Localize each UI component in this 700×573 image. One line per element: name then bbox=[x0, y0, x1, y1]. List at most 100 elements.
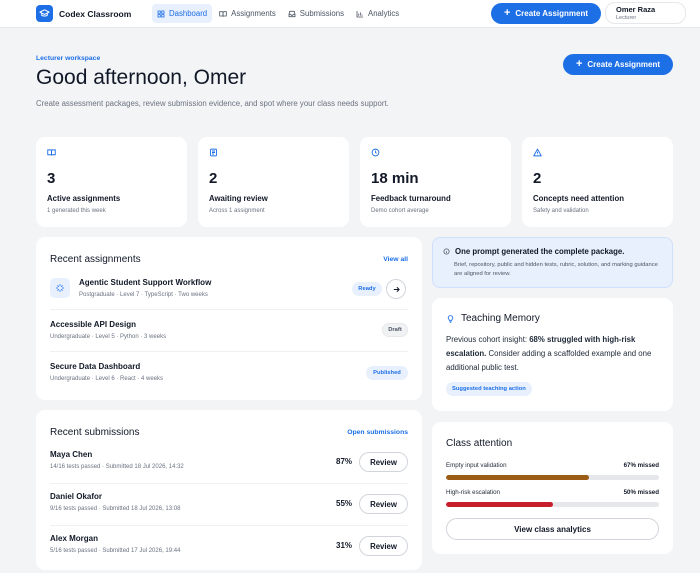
row-divider bbox=[50, 525, 408, 526]
assignment-meta: Undergraduate · Level 5 · Python · 3 wee… bbox=[50, 334, 167, 340]
create-assignment-button[interactable]: + Create Assignment bbox=[563, 54, 673, 75]
concept-progress-track bbox=[446, 475, 659, 480]
stat-sub: Across 1 assignment bbox=[209, 208, 265, 214]
top-create-assignment-label: Create Assignment bbox=[515, 9, 589, 18]
user-role: Lecturer bbox=[616, 15, 637, 21]
status-badge: Draft bbox=[382, 323, 408, 337]
document-icon bbox=[210, 148, 217, 157]
book-icon bbox=[219, 10, 227, 17]
assignment-title: Accessible API Design bbox=[50, 320, 136, 329]
teaching-memory-text: Previous cohort insight: 68% struggled w… bbox=[446, 333, 661, 375]
submission-row[interactable]: Daniel Okafor 9/16 tests passed · Submit… bbox=[36, 492, 422, 522]
user-name: Omer Raza bbox=[616, 5, 656, 14]
user-menu[interactable]: Omer Raza Lecturer bbox=[605, 2, 686, 24]
review-button[interactable]: Review bbox=[359, 536, 408, 556]
nav-submissions-label: Submissions bbox=[299, 9, 344, 18]
assignment-row[interactable]: Agentic Student Support Workflow Postgra… bbox=[36, 278, 422, 306]
stat-label: Feedback turnaround bbox=[371, 194, 451, 203]
class-attention-title: Class attention bbox=[446, 438, 513, 449]
create-assignment-label: Create Assignment bbox=[587, 60, 661, 69]
concept-missed-value: 67% missed bbox=[623, 462, 659, 469]
status-badge: Ready bbox=[352, 282, 382, 296]
page-title: Good afternoon, Omer bbox=[36, 66, 247, 89]
nav-assignments-label: Assignments bbox=[231, 9, 276, 18]
recent-assignments-title: Recent assignments bbox=[50, 254, 141, 265]
stat-card-feedback-turnaround: 18 min Feedback turnaround Demo cohort a… bbox=[360, 137, 511, 227]
submission-meta: 9/16 tests passed · Submitted 18 Jul 202… bbox=[50, 506, 181, 512]
recent-submissions-panel: Recent submissions Open submissions Maya… bbox=[36, 410, 422, 570]
book-open-icon bbox=[47, 149, 56, 156]
assignment-title: Secure Data Dashboard bbox=[50, 362, 141, 371]
view-all-link[interactable]: View all bbox=[383, 256, 408, 263]
stat-sub: Demo cohort average bbox=[371, 208, 429, 214]
brand[interactable]: Codex Classroom bbox=[36, 5, 131, 22]
concept-missed-value: 50% missed bbox=[623, 489, 659, 496]
insight-body: Brief, repository, public and hidden tes… bbox=[454, 262, 658, 277]
grid-icon bbox=[157, 10, 165, 17]
memory-text-prefix: Previous cohort insight: bbox=[446, 335, 530, 344]
suggested-action-chip[interactable]: Suggested teaching action bbox=[446, 382, 532, 396]
submission-score: 55% bbox=[336, 499, 353, 508]
assignment-meta: Postgraduate · Level 7 · TypeScript · Tw… bbox=[79, 292, 208, 298]
clock-icon bbox=[371, 148, 380, 157]
assignment-row[interactable]: Accessible API Design Undergraduate · Le… bbox=[36, 320, 422, 348]
graduation-cap-icon bbox=[36, 5, 53, 22]
row-divider bbox=[50, 309, 408, 310]
student-name: Maya Chen bbox=[50, 450, 93, 459]
warning-icon bbox=[533, 148, 542, 157]
info-icon bbox=[443, 248, 450, 255]
assignment-meta: Undergraduate · Level 6 · React · 4 week… bbox=[50, 376, 164, 382]
insight-title: One prompt generated the complete packag… bbox=[455, 247, 625, 256]
stat-label: Awaiting review bbox=[209, 194, 268, 203]
stat-sub: 1 generated this week bbox=[47, 208, 106, 214]
concept-progress-fill bbox=[446, 475, 589, 480]
recent-submissions-title: Recent submissions bbox=[50, 427, 140, 438]
inbox-icon bbox=[288, 10, 296, 17]
stat-value: 2 bbox=[533, 170, 542, 187]
student-name: Daniel Okafor bbox=[50, 492, 103, 501]
submission-score: 31% bbox=[336, 541, 353, 550]
nav-assignments[interactable]: Assignments bbox=[214, 4, 281, 23]
submission-row[interactable]: Maya Chen 14/16 tests passed · Submitted… bbox=[36, 450, 422, 480]
generation-insight-banner: One prompt generated the complete packag… bbox=[432, 237, 673, 288]
stat-label: Active assignments bbox=[47, 194, 121, 203]
assignment-row[interactable]: Secure Data Dashboard Undergraduate · Le… bbox=[36, 362, 422, 390]
concept-progress-fill bbox=[446, 502, 553, 507]
class-attention-panel: Class attention Empty input validation 6… bbox=[432, 422, 673, 554]
lightbulb-icon bbox=[447, 314, 454, 323]
student-name: Alex Morgan bbox=[50, 534, 99, 543]
stat-value: 3 bbox=[47, 170, 56, 187]
stat-card-concepts-attention: 2 Concepts need attention Safety and val… bbox=[522, 137, 673, 227]
stat-value: 18 min bbox=[371, 170, 419, 187]
page-subtitle: Create assessment packages, review submi… bbox=[36, 99, 389, 108]
nav-analytics[interactable]: Analytics bbox=[351, 4, 404, 23]
stat-card-active-assignments: 3 Active assignments 1 generated this we… bbox=[36, 137, 187, 227]
arrow-right-icon bbox=[393, 286, 400, 292]
submission-meta: 5/16 tests passed · Submitted 17 Jul 202… bbox=[50, 548, 181, 554]
concept-label: High-risk escalation bbox=[446, 489, 500, 496]
submission-score: 87% bbox=[336, 457, 353, 466]
nav-dashboard-label: Dashboard bbox=[169, 9, 208, 18]
review-button[interactable]: Review bbox=[359, 494, 408, 514]
open-assignment-button[interactable] bbox=[386, 279, 406, 299]
submission-meta: 14/16 tests passed · Submitted 18 Jul 20… bbox=[50, 464, 184, 470]
plus-icon: + bbox=[575, 58, 583, 70]
open-submissions-link[interactable]: Open submissions bbox=[347, 429, 408, 436]
top-create-assignment-button[interactable]: + Create Assignment bbox=[491, 3, 601, 24]
stat-sub: Safety and validation bbox=[533, 208, 589, 214]
workspace-eyebrow: Lecturer workspace bbox=[36, 55, 101, 62]
stat-value: 2 bbox=[209, 170, 218, 187]
nav-dashboard[interactable]: Dashboard bbox=[152, 4, 213, 23]
sparkle-icon bbox=[50, 278, 70, 298]
stat-card-awaiting-review: 2 Awaiting review Across 1 assignment bbox=[198, 137, 349, 227]
submission-row[interactable]: Alex Morgan 5/16 tests passed · Submitte… bbox=[36, 534, 422, 564]
bar-chart-icon bbox=[356, 10, 363, 17]
view-class-analytics-button[interactable]: View class analytics bbox=[446, 518, 659, 540]
nav-submissions[interactable]: Submissions bbox=[283, 4, 349, 23]
recent-assignments-panel: Recent assignments View all Agentic Stud… bbox=[36, 237, 422, 400]
concept-label: Empty input validation bbox=[446, 462, 507, 469]
review-button[interactable]: Review bbox=[359, 452, 408, 472]
teaching-memory-title: Teaching Memory bbox=[461, 313, 540, 324]
concept-progress-track bbox=[446, 502, 659, 507]
stat-label: Concepts need attention bbox=[533, 194, 624, 203]
